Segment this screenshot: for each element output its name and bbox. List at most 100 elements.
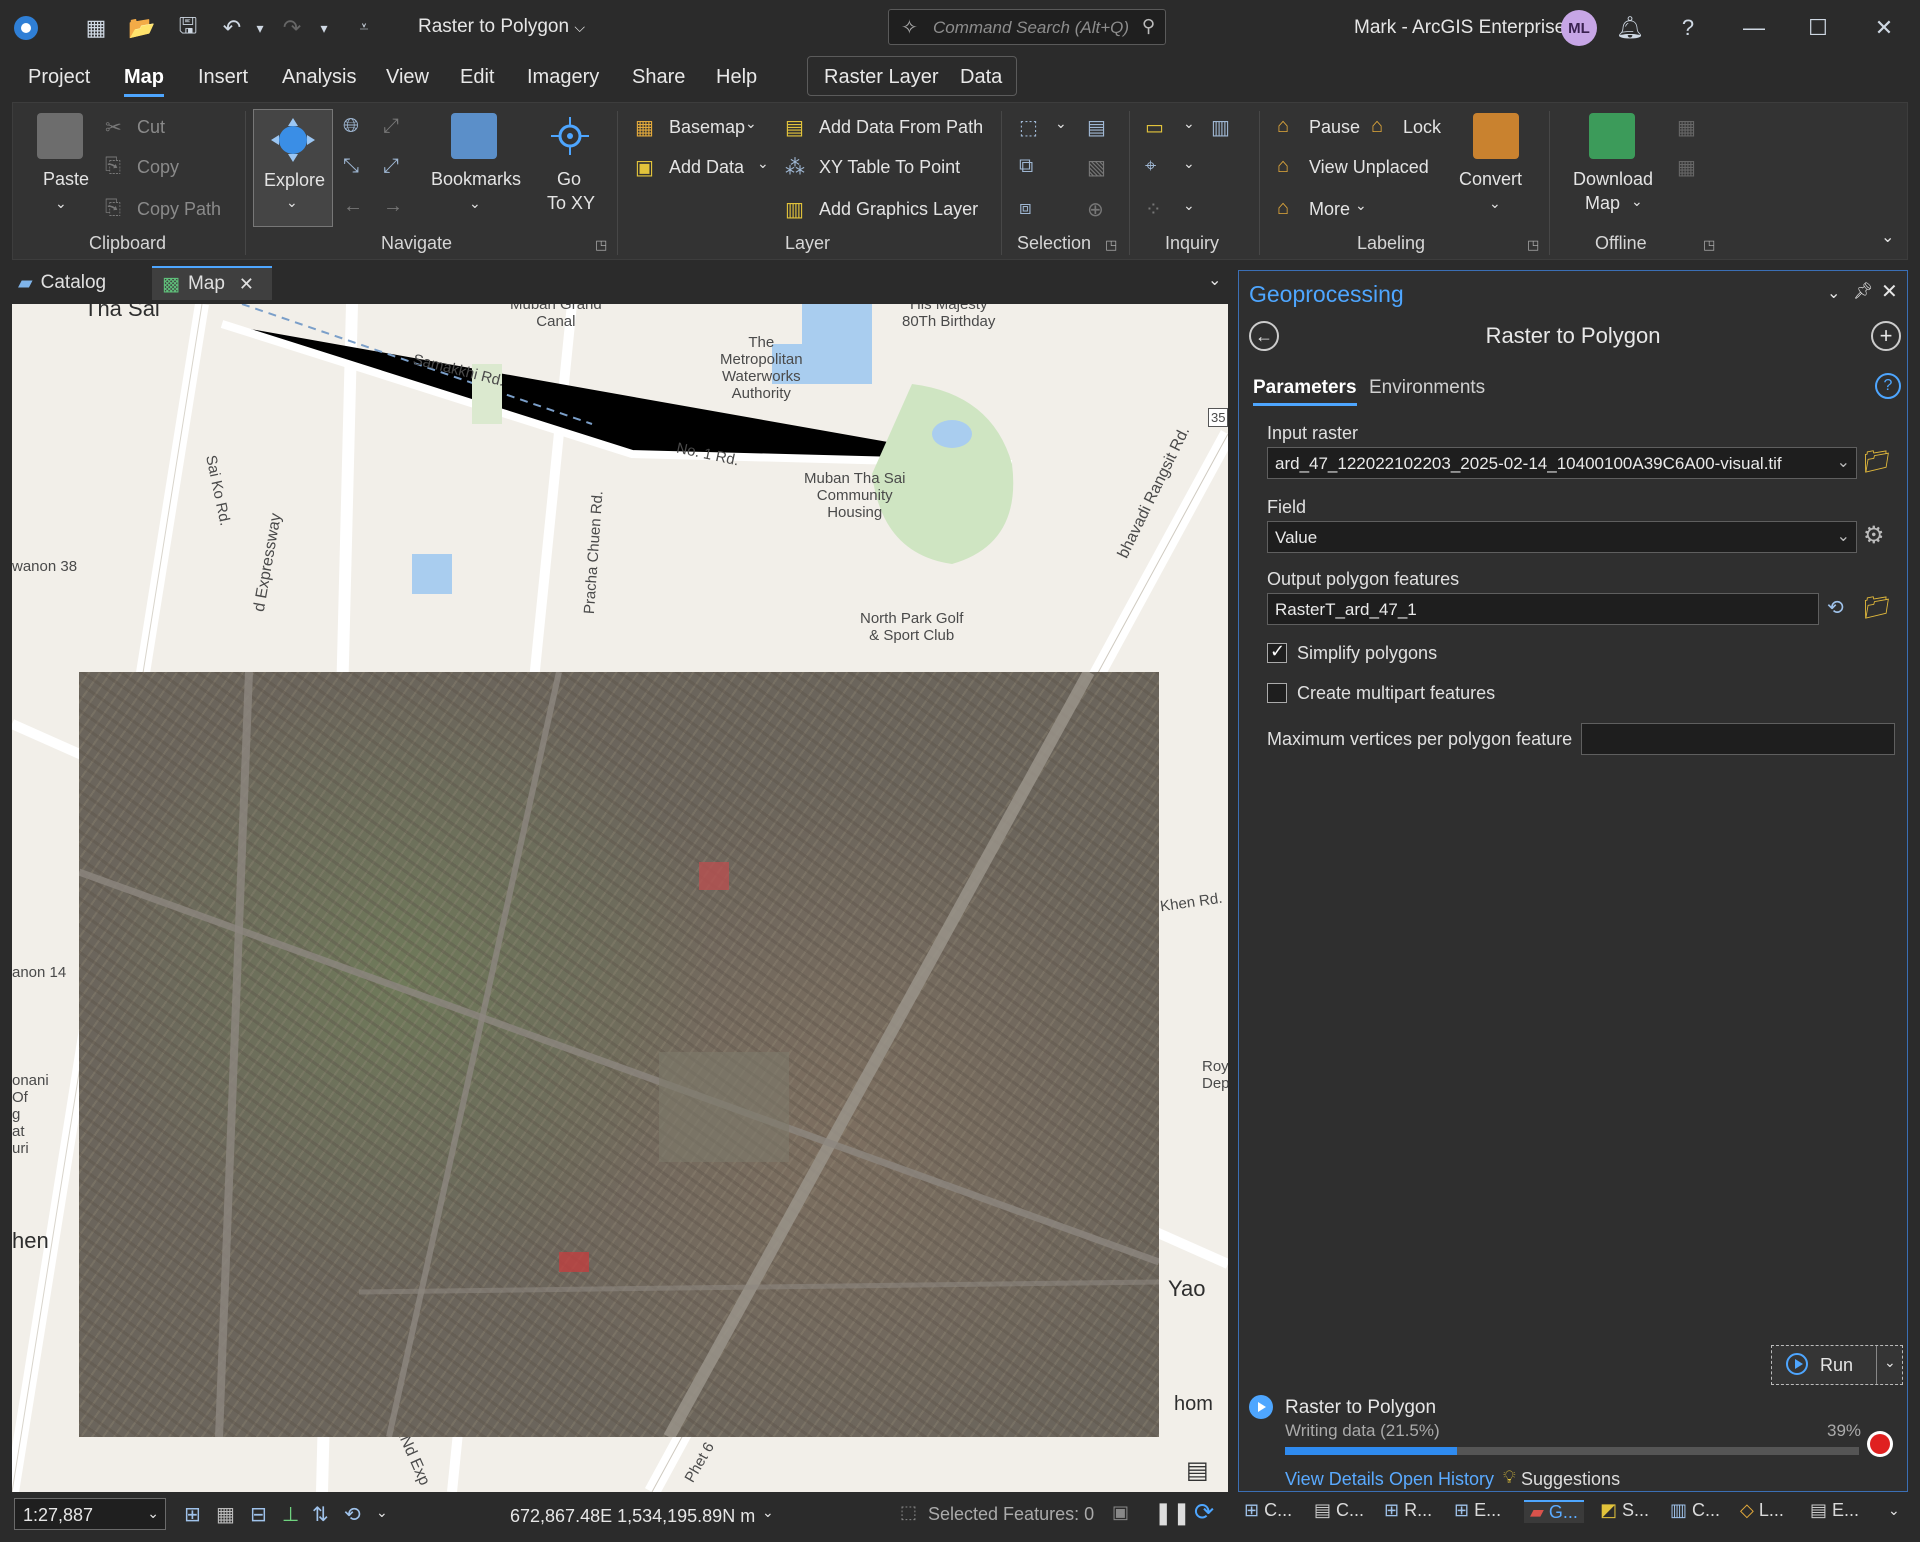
tab-raster-layer[interactable]: Raster Layer xyxy=(824,66,939,89)
bottom-tab-chart[interactable]: ▥ C... xyxy=(1670,1500,1720,1521)
dialog-launcher-icon[interactable]: ◳ xyxy=(1703,237,1715,253)
redo-icon[interactable]: ↷ xyxy=(276,12,308,44)
convert-labels-button[interactable]: Convert xyxy=(1459,169,1522,190)
data-source-icon[interactable]: ⟲ xyxy=(1827,595,1844,620)
rotate-icon[interactable]: ⇅ xyxy=(312,1502,329,1527)
pin-icon[interactable]: 📌︎ xyxy=(1853,281,1873,301)
dialog-launcher-icon[interactable]: ◳ xyxy=(1527,237,1539,253)
download-map-button-line2[interactable]: Map xyxy=(1585,193,1620,214)
infographics-icon[interactable]: ⌖ xyxy=(1145,155,1156,178)
locate-icon[interactable]: ▥ xyxy=(1211,115,1230,140)
map-overlay-toggle-icon[interactable]: ▤ xyxy=(1186,1456,1209,1485)
add-data-button[interactable]: Add Data xyxy=(669,157,744,178)
redo-dropdown-icon[interactable]: ▾ xyxy=(308,12,340,44)
chevron-down-icon[interactable]: ⌄ xyxy=(1827,283,1840,303)
chevron-down-icon[interactable]: ⌄ xyxy=(376,1504,388,1521)
coordinate-conversion-icon[interactable]: ⁘ xyxy=(1145,197,1162,222)
tab-insert[interactable]: Insert xyxy=(198,66,248,89)
go-to-xy-button[interactable]: Go xyxy=(557,169,581,190)
bottom-tab-explore[interactable]: ⊞ E... xyxy=(1454,1500,1501,1521)
chevron-down-icon[interactable]: ⌄ xyxy=(1355,197,1367,214)
save-project-icon[interactable]: 🖫 xyxy=(172,12,204,44)
tab-map[interactable]: Map xyxy=(124,66,164,97)
next-extent-icon[interactable]: → xyxy=(383,195,403,218)
selected-features-count[interactable]: Selected Features: 0 xyxy=(928,1504,1094,1525)
xy-table-to-point-button[interactable]: XY Table To Point xyxy=(819,157,960,178)
bottom-tab-symbology[interactable]: ◩ S... xyxy=(1600,1500,1649,1521)
more-labeling-button[interactable]: More xyxy=(1309,199,1350,220)
chevron-down-icon[interactable]: ⌄ xyxy=(1183,197,1195,214)
chevron-down-icon[interactable]: ⌄ xyxy=(1888,1502,1900,1519)
run-button[interactable]: Run ⌄ xyxy=(1771,1345,1903,1385)
notification-bell-icon[interactable]: 🔔︎ xyxy=(1614,12,1646,44)
bottom-tab-catalog[interactable]: ▤ C... xyxy=(1314,1500,1364,1521)
chevron-down-icon[interactable]: ⌄ xyxy=(757,155,769,172)
tab-analysis[interactable]: Analysis xyxy=(282,66,356,89)
grid-icon[interactable]: ▦ xyxy=(216,1502,235,1527)
help-icon[interactable]: ? xyxy=(1672,12,1704,44)
output-features-input[interactable]: RasterT_ard_47_1 xyxy=(1267,593,1819,625)
sync-icon[interactable]: ▦ xyxy=(1677,115,1696,140)
max-vertices-input[interactable] xyxy=(1581,723,1895,755)
dialog-launcher-icon[interactable]: ◳ xyxy=(1105,237,1117,253)
close-icon[interactable]: ✕ xyxy=(1881,279,1898,304)
pause-drawing-icon[interactable]: ❚❚ xyxy=(1154,1500,1191,1526)
chevron-down-icon[interactable]: ⌄ xyxy=(1489,195,1501,212)
add-data-from-path-button[interactable]: Add Data From Path xyxy=(819,117,983,138)
refresh-toggle-icon[interactable]: ⟲ xyxy=(344,1502,361,1527)
cancel-run-button[interactable] xyxy=(1867,1431,1893,1457)
chevron-down-icon[interactable]: ⌄ xyxy=(745,115,757,132)
select-icon[interactable]: ⬚ xyxy=(1019,115,1038,140)
multipart-features-checkbox[interactable] xyxy=(1267,683,1287,703)
bookmarks-button[interactable]: Bookmarks xyxy=(431,169,521,190)
bottom-tab-labeling[interactable]: ◇ L... xyxy=(1740,1500,1784,1521)
avatar[interactable]: ML xyxy=(1561,10,1597,46)
chevron-down-icon[interactable]: ⌄ xyxy=(1884,1354,1896,1371)
add-icon[interactable]: + xyxy=(1871,321,1901,351)
view-unplaced-button[interactable]: View Unplaced xyxy=(1309,157,1429,178)
chevron-down-icon[interactable]: ⌄ xyxy=(1055,115,1067,132)
folder-icon[interactable]: 📁︎ xyxy=(1863,595,1891,621)
document-title[interactable]: Raster to Polygon ⌵ xyxy=(418,16,585,38)
tab-share[interactable]: Share xyxy=(632,66,685,89)
select-by-location-icon[interactable]: ⧉ xyxy=(1019,155,1033,178)
bottom-tab-geoprocessing[interactable]: ▰ G... xyxy=(1524,1500,1584,1523)
download-map-button[interactable]: Download xyxy=(1573,169,1653,190)
copy-button[interactable]: Copy xyxy=(137,157,179,178)
chevron-down-icon[interactable]: ⌄ xyxy=(55,195,67,212)
signed-in-user[interactable]: Mark - ArcGIS Enterprise xyxy=(1354,17,1565,39)
undo-dropdown-icon[interactable]: ▾ xyxy=(244,12,276,44)
bottom-tab-element[interactable]: ▤ E... xyxy=(1810,1500,1859,1521)
tab-data[interactable]: Data xyxy=(960,66,1002,89)
minimize-icon[interactable]: — xyxy=(1738,12,1770,44)
zoom-in-fixed-icon[interactable]: ⤡ xyxy=(343,155,359,178)
chevron-down-icon[interactable]: ⌄ xyxy=(762,1504,774,1521)
tab-environments[interactable]: Environments xyxy=(1369,377,1485,399)
bottom-tab-raster[interactable]: ⊞ R... xyxy=(1384,1500,1432,1521)
lock-labels-button[interactable]: Lock xyxy=(1403,117,1441,138)
close-window-icon[interactable]: ✕ xyxy=(1868,12,1900,44)
maximize-icon[interactable]: ☐ xyxy=(1802,12,1834,44)
folder-icon[interactable]: 📁︎ xyxy=(1863,449,1891,475)
zoom-to-selection-icon[interactable]: ⊕ xyxy=(1087,197,1104,222)
measure-icon[interactable]: ▭ xyxy=(1145,115,1164,140)
constraints-icon[interactable]: ⊞ xyxy=(184,1502,201,1527)
tab-parameters[interactable]: Parameters xyxy=(1253,377,1357,406)
snapping-icon[interactable]: ⊟ xyxy=(250,1502,267,1527)
tab-catalog[interactable]: ▰ Catalog xyxy=(18,266,106,300)
satellite-raster-layer[interactable] xyxy=(79,672,1159,1437)
snap-point-icon[interactable]: ⊥ xyxy=(282,1502,299,1527)
map-view[interactable]: Tha Sai Muban Grand Canal His Majesty 80Th… xyxy=(12,304,1228,1492)
chevron-down-icon[interactable]: ⌄ xyxy=(1631,193,1643,210)
go-to-xy-button-line2[interactable]: To XY xyxy=(547,193,595,214)
field-dropdown[interactable]: Value ⌄ xyxy=(1267,521,1857,553)
chevron-down-icon[interactable]: ⌄ xyxy=(1183,155,1195,172)
clear-selection-icon[interactable]: ⧈ xyxy=(1019,197,1032,220)
fixed-zoom-icon[interactable]: ⤢ xyxy=(383,115,399,138)
tab-map-view[interactable]: ▩ Map ✕ xyxy=(152,266,272,300)
open-project-icon[interactable]: 📂 xyxy=(126,12,158,44)
pause-labels-button[interactable]: Pause xyxy=(1309,117,1360,138)
help-icon[interactable]: ? xyxy=(1875,373,1901,399)
tab-project[interactable]: Project xyxy=(28,66,90,89)
paste-icon[interactable] xyxy=(37,113,83,159)
